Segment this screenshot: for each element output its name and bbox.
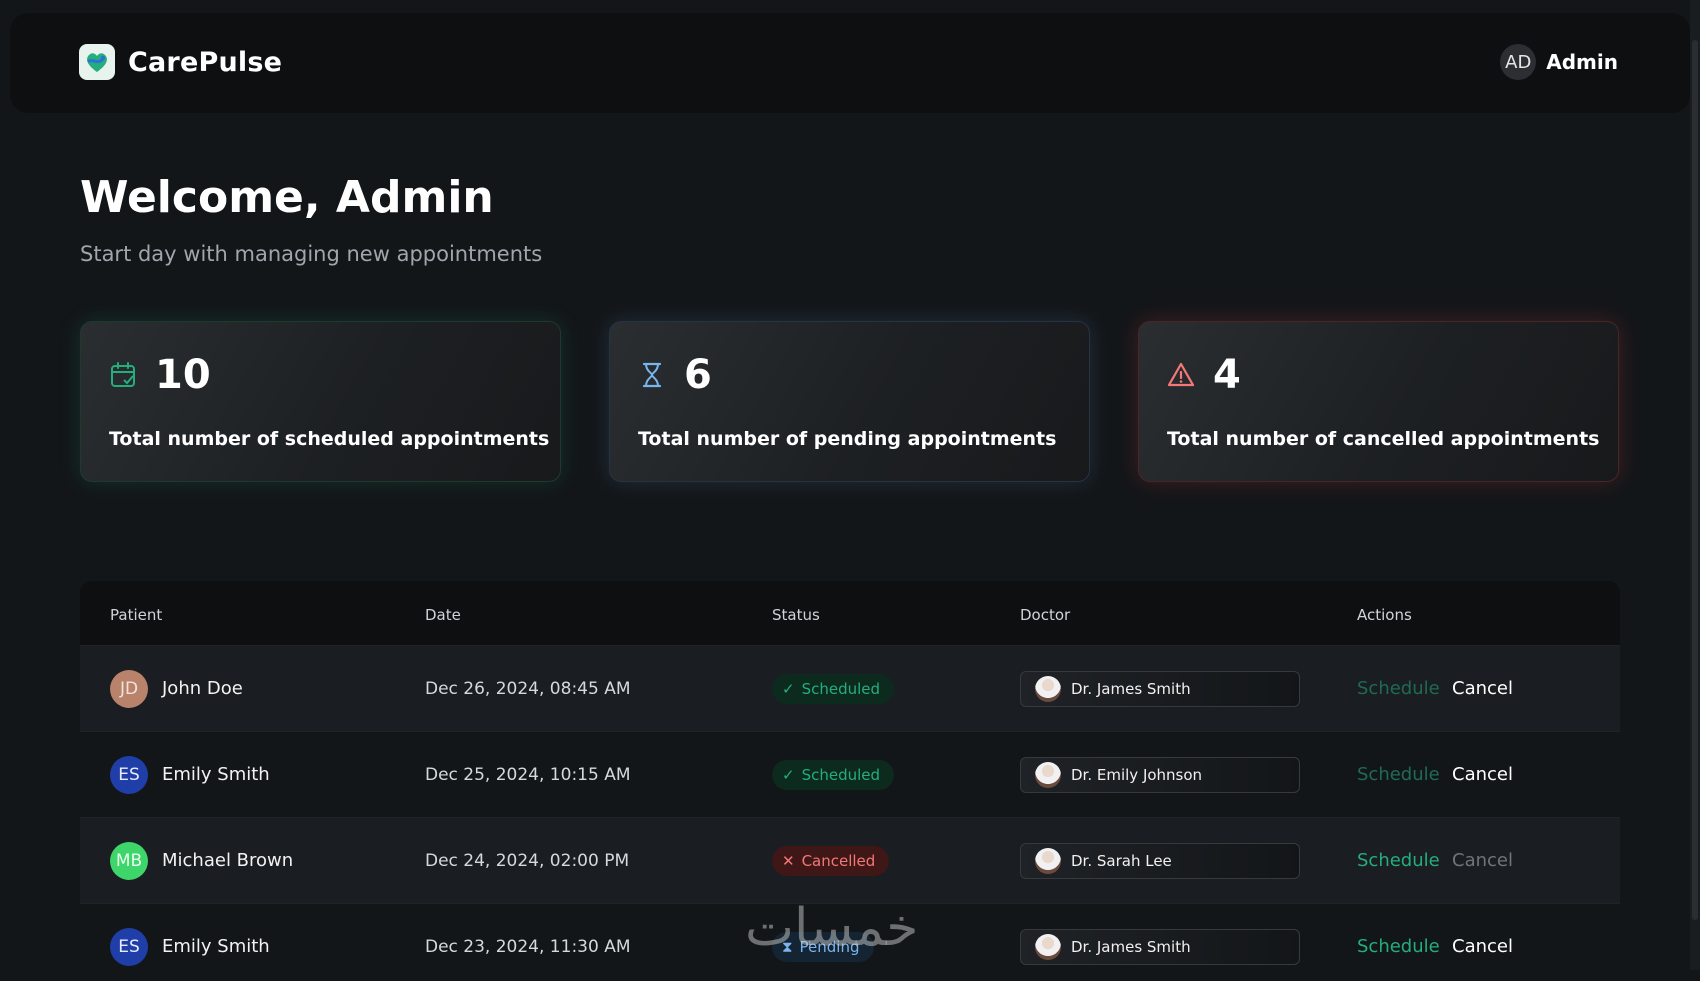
doctor-avatar <box>1035 675 1061 702</box>
stat-label: Total number of cancelled appointments <box>1167 428 1600 450</box>
scrollbar-thumb[interactable] <box>1692 40 1698 920</box>
brand-name: CarePulse <box>128 46 283 78</box>
page-scrollbar[interactable] <box>1690 0 1700 970</box>
appointment-date: Dec 23, 2024, 11:30 AM <box>425 936 631 957</box>
schedule-button[interactable]: Schedule <box>1357 850 1440 871</box>
doctor-select[interactable]: Dr. James Smith <box>1020 670 1300 707</box>
stat-label: Total number of scheduled appointments <box>109 428 550 450</box>
status-badge: ✕ Cancelled <box>772 845 890 876</box>
patient-avatar: MB <box>110 841 148 880</box>
column-header-doctor: Doctor <box>1020 606 1071 624</box>
doctor-avatar <box>1035 933 1061 960</box>
cancel-button[interactable]: Cancel <box>1452 764 1513 785</box>
doctor-select[interactable]: Dr. Sarah Lee <box>1020 842 1300 879</box>
patient-avatar: ES <box>110 927 148 966</box>
carepulse-logo-icon <box>79 44 115 80</box>
page-subtitle: Start day with managing new appointments <box>80 242 543 266</box>
patient-avatar: ES <box>110 755 148 794</box>
doctor-name: Dr. Sarah Lee <box>1071 851 1172 870</box>
doctor-name: Dr. James Smith <box>1071 679 1191 698</box>
appointment-date: Dec 24, 2024, 02:00 PM <box>425 850 630 871</box>
cancel-button[interactable]: Cancel <box>1452 936 1513 957</box>
stat-card-cancelled: 4 Total number of cancelled appointments <box>1138 321 1619 482</box>
brand[interactable]: CarePulse <box>79 44 282 80</box>
cancel-button[interactable]: Cancel <box>1452 678 1513 699</box>
doctor-name: Dr. James Smith <box>1071 937 1191 956</box>
user-name: Admin <box>1546 50 1618 74</box>
patient-name: Michael Brown <box>162 850 294 871</box>
alert-triangle-icon <box>1167 362 1195 387</box>
check-icon: ✓ <box>782 679 795 698</box>
avatar: AD <box>1500 44 1537 80</box>
patient-avatar: JD <box>110 669 148 708</box>
column-header-status: Status <box>772 606 820 624</box>
stat-card-scheduled: 10 Total number of scheduled appointment… <box>80 321 561 482</box>
stat-label: Total number of pending appointments <box>638 428 1057 450</box>
status-badge: ✓ Scheduled <box>772 759 895 790</box>
patient-name: Emily Smith <box>162 764 270 785</box>
column-header-date: Date <box>425 606 461 624</box>
stat-value: 4 <box>1213 352 1241 398</box>
table-row: MB Michael Brown Dec 24, 2024, 02:00 PM … <box>80 817 1620 903</box>
stat-value: 6 <box>684 352 712 398</box>
hourglass-icon <box>642 362 662 388</box>
page-title: Welcome, Admin <box>80 172 494 223</box>
user-menu[interactable]: AD Admin <box>1500 44 1618 80</box>
doctor-name: Dr. Emily Johnson <box>1071 765 1203 784</box>
table-row: ES Emily Smith Dec 25, 2024, 10:15 AM ✓ … <box>80 731 1620 817</box>
schedule-button[interactable]: Schedule <box>1357 764 1440 785</box>
column-header-actions: Actions <box>1357 606 1412 624</box>
table-row: JD John Doe Dec 26, 2024, 08:45 AM ✓ Sch… <box>80 645 1620 731</box>
schedule-button[interactable]: Schedule <box>1357 678 1440 699</box>
appointment-date: Dec 25, 2024, 10:15 AM <box>425 764 631 785</box>
stat-value: 10 <box>155 352 211 398</box>
status-badge: ✓ Scheduled <box>772 673 895 704</box>
stat-card-pending: 6 Total number of pending appointments <box>609 321 1090 482</box>
schedule-button[interactable]: Schedule <box>1357 936 1440 957</box>
watermark: خمسات <box>745 898 919 958</box>
status-text: Scheduled <box>801 679 881 698</box>
column-header-patient: Patient <box>110 606 163 624</box>
check-icon: ✓ <box>782 765 795 784</box>
status-text: Cancelled <box>801 851 876 870</box>
cancel-button[interactable]: Cancel <box>1452 850 1513 871</box>
table-header: Patient Date Status Doctor Actions <box>80 581 1620 645</box>
x-icon: ✕ <box>782 851 795 870</box>
top-navbar: CarePulse AD Admin <box>10 13 1690 113</box>
doctor-select[interactable]: Dr. Emily Johnson <box>1020 756 1300 793</box>
calendar-check-icon <box>111 362 135 387</box>
appointment-date: Dec 26, 2024, 08:45 AM <box>425 678 631 699</box>
patient-name: Emily Smith <box>162 936 270 957</box>
patient-name: John Doe <box>162 678 243 699</box>
doctor-select[interactable]: Dr. James Smith <box>1020 928 1300 965</box>
doctor-avatar <box>1035 761 1061 788</box>
status-text: Scheduled <box>801 765 881 784</box>
doctor-avatar <box>1035 847 1061 874</box>
